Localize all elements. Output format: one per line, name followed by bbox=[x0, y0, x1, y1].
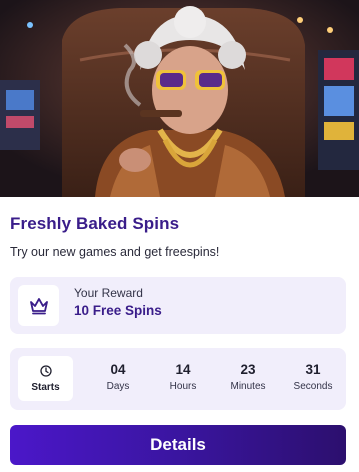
reward-icon-box bbox=[18, 285, 59, 326]
starts-badge: Starts bbox=[18, 356, 73, 401]
countdown-hours: 14 Hours bbox=[153, 362, 213, 392]
reward-label: Your Reward bbox=[74, 286, 143, 300]
casino-granny-illustration bbox=[0, 0, 359, 197]
countdown-days: 04 Days bbox=[88, 362, 148, 392]
days-label: Days bbox=[106, 381, 130, 392]
seconds-value: 31 bbox=[305, 362, 321, 377]
countdown-minutes: 23 Minutes bbox=[218, 362, 278, 392]
reward-value: 10 Free Spins bbox=[74, 303, 162, 318]
seconds-label: Seconds bbox=[293, 381, 333, 392]
days-value: 04 bbox=[110, 362, 126, 377]
minutes-label: Minutes bbox=[230, 381, 266, 392]
countdown-seconds: 31 Seconds bbox=[283, 362, 343, 392]
promo-title: Freshly Baked Spins bbox=[10, 214, 180, 233]
crown-icon bbox=[29, 297, 48, 314]
details-button[interactable]: Details bbox=[10, 425, 346, 465]
countdown-panel: Starts 04 Days 14 Hours 23 Minutes 31 Se… bbox=[10, 348, 346, 410]
hero-image bbox=[0, 0, 359, 197]
hours-value: 14 bbox=[175, 362, 191, 377]
promo-subtitle: Try our new games and get freespins! bbox=[10, 245, 220, 259]
clock-icon bbox=[39, 364, 52, 377]
starts-label: Starts bbox=[31, 381, 60, 393]
minutes-value: 23 bbox=[240, 362, 256, 377]
reward-panel: Your Reward 10 Free Spins bbox=[10, 277, 346, 334]
hours-label: Hours bbox=[169, 381, 197, 392]
